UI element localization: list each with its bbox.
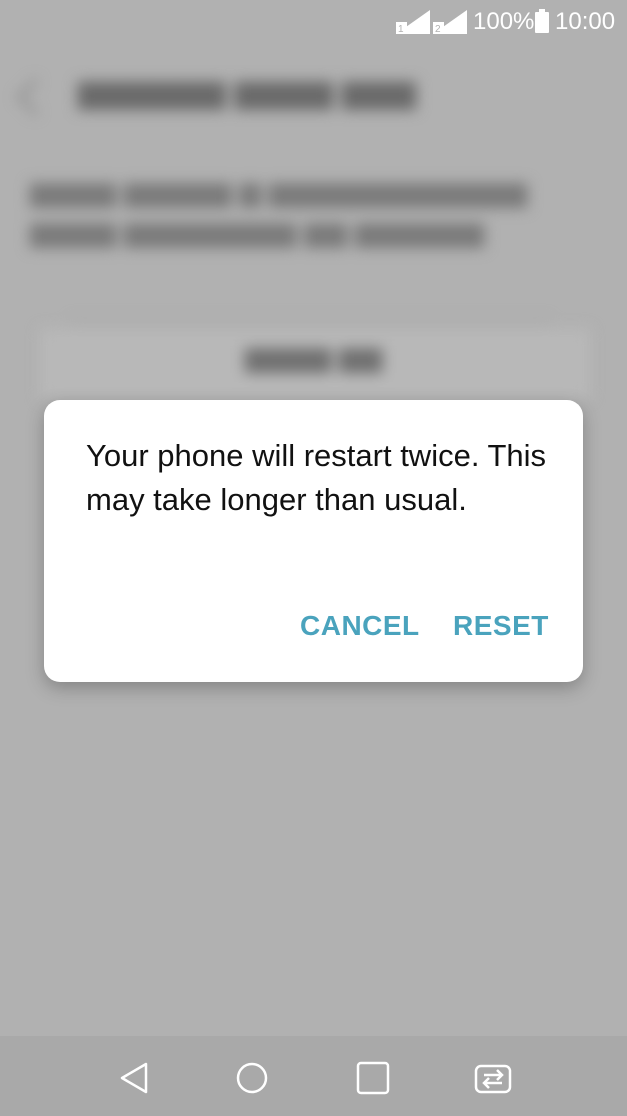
- signal-sim2-icon: 2: [433, 10, 467, 34]
- status-bar: 1 2 100% 10:00: [0, 0, 627, 44]
- battery-icon: [535, 9, 549, 33]
- divider: [70, 320, 550, 322]
- signal-sim1-icon: 1: [396, 10, 430, 34]
- navigation-bar: [0, 1036, 627, 1116]
- back-icon[interactable]: [114, 1058, 154, 1098]
- battery-percent: 100%: [473, 8, 535, 35]
- svg-text:1: 1: [398, 24, 404, 34]
- reset-button[interactable]: RESET: [453, 610, 549, 642]
- svg-text:2: 2: [435, 24, 441, 34]
- reset-confirmation-dialog: Your phone will restart twice. This may …: [44, 400, 583, 682]
- background-button-label: ▆▆▆▆ ▆▆: [245, 341, 382, 372]
- back-arrow-icon: [16, 78, 54, 116]
- background-title: ▆▆▆▆▆▆ ▆▆▆▆ ▆▆▆: [78, 73, 416, 109]
- switch-sim-icon[interactable]: [473, 1058, 513, 1098]
- cancel-button[interactable]: CANCEL: [300, 610, 420, 642]
- background-description: ▆▆▆▆ ▆▆▆▆▆ ▆ ▆▆▆▆▆▆▆▆▆▆▆▆ ▆▆▆▆ ▆▆▆▆▆▆▆▆ …: [30, 176, 528, 247]
- dialog-message: Your phone will restart twice. This may …: [86, 438, 547, 517]
- clock: 10:00: [555, 8, 616, 35]
- recents-icon[interactable]: [353, 1058, 393, 1098]
- home-icon[interactable]: [232, 1058, 272, 1098]
